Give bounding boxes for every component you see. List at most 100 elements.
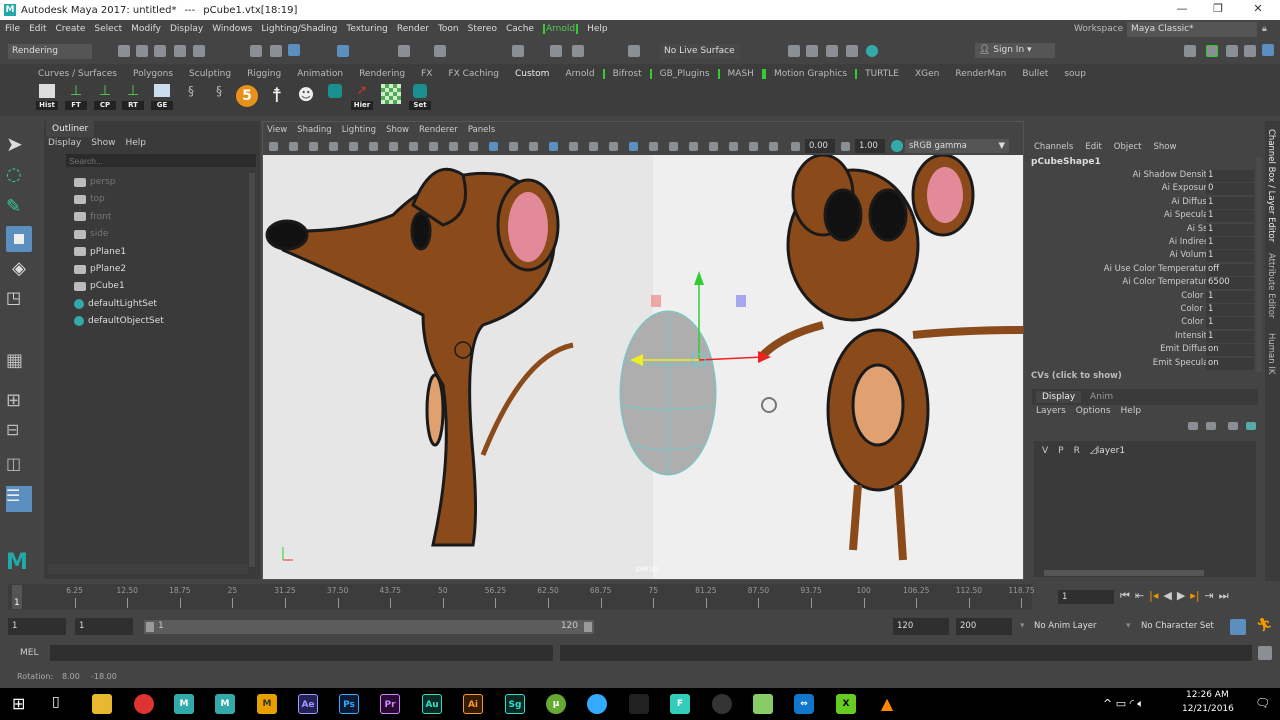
premiere-icon[interactable]: Pr <box>380 694 400 714</box>
menu-modify[interactable]: Modify <box>131 24 161 34</box>
rotate-tool-icon[interactable]: ◈ <box>6 258 32 284</box>
auto-key-icon[interactable] <box>1230 619 1246 635</box>
outliner-item-top[interactable]: top <box>74 191 105 207</box>
channel-row[interactable]: Ai Sss 1 <box>1028 223 1256 237</box>
gamma-icon[interactable] <box>841 142 850 151</box>
safe-title-icon[interactable] <box>509 142 518 151</box>
field-chart-icon[interactable] <box>469 142 478 151</box>
shelf-tab-fx-caching[interactable]: FX Caching <box>440 69 507 79</box>
channel-value[interactable]: 6500 <box>1206 277 1254 290</box>
shelf-tab-rendering[interactable]: Rendering <box>351 69 413 79</box>
gate-mask-icon[interactable] <box>449 142 458 151</box>
outliner-item-pPlane1[interactable]: pPlane1 <box>74 244 126 260</box>
command-input[interactable] <box>50 645 553 661</box>
outliner-item-side[interactable]: side <box>74 226 108 242</box>
maya-taskbar-icon-2[interactable]: M <box>215 694 235 714</box>
move-layer-up-icon[interactable] <box>1188 422 1198 430</box>
shelf-tab-bifrost[interactable]: Bifrost <box>602 69 652 79</box>
symmetry-icon[interactable] <box>550 45 562 57</box>
animation-end-field[interactable]: 200 <box>956 618 1012 635</box>
channel-row[interactable]: Emit Specular on <box>1028 357 1256 371</box>
after-effects-icon[interactable]: Ae <box>298 694 318 714</box>
step-forward-key-button[interactable]: ⇥ <box>1205 589 1214 603</box>
move-layer-down-icon[interactable] <box>1206 422 1216 430</box>
close-button[interactable]: ✕ <box>1248 2 1268 15</box>
go-to-start-button[interactable]: ⏮ <box>1120 589 1130 603</box>
anim-layer-dropdown[interactable]: No Anim Layer <box>1030 618 1110 635</box>
channel-value[interactable]: 1 <box>1206 170 1254 182</box>
python-script-icon[interactable]: § <box>180 84 202 100</box>
channel-value[interactable]: on <box>1206 344 1254 357</box>
new-layer-icon[interactable] <box>1228 422 1238 430</box>
new-scene-icon[interactable] <box>118 45 130 57</box>
render-settings-icon[interactable] <box>846 45 858 57</box>
epic-games-icon[interactable] <box>629 694 649 714</box>
menu-windows[interactable]: Windows <box>212 24 252 34</box>
command-language-label[interactable]: MEL <box>20 648 38 658</box>
lights-icon[interactable] <box>609 142 618 151</box>
shelf-tab-renderman[interactable]: RenderMan <box>947 69 1014 79</box>
xilisoft-icon[interactable]: X <box>836 694 856 714</box>
move-tool-icon[interactable] <box>6 226 32 252</box>
task-view-icon[interactable]: ▯ <box>52 694 60 710</box>
shelf-tab-fx[interactable]: FX <box>413 69 440 79</box>
tool-settings-icon[interactable] <box>1244 45 1256 57</box>
outliner-scrollbar[interactable] <box>249 173 255 567</box>
image-plane-icon[interactable] <box>329 142 338 151</box>
menuset-dropdown[interactable]: Rendering <box>8 44 92 59</box>
python-script-icon[interactable]: § <box>208 84 230 100</box>
select-tool-icon[interactable]: ➤ <box>6 132 32 158</box>
chrome-icon[interactable] <box>134 694 154 714</box>
channel-row[interactable]: Emit Diffuse on <box>1028 344 1256 357</box>
viewport-menu-lighting[interactable]: Lighting <box>342 125 376 135</box>
cvs-section[interactable]: CVs (click to show) <box>1031 371 1122 381</box>
mudbox-icon[interactable]: M <box>257 694 277 714</box>
new-layer-selected-icon[interactable] <box>1246 422 1256 430</box>
layer-name[interactable]: ◿layer1 <box>1090 446 1125 456</box>
character-set-dropdown[interactable]: No Character Set <box>1137 618 1225 635</box>
channel-value[interactable]: 1 <box>1206 290 1254 303</box>
outliner-layout-icon[interactable]: ☰ <box>6 486 32 512</box>
antialias-icon[interactable] <box>689 142 698 151</box>
shelf-rt-button[interactable]: ⊥ RT <box>122 84 144 110</box>
channels-menu-channels[interactable]: Channels <box>1034 142 1073 152</box>
current-frame-field[interactable]: 1 <box>1058 590 1114 604</box>
shelf-tab-sculpting[interactable]: Sculpting <box>181 69 239 79</box>
shadows-icon[interactable] <box>629 142 638 151</box>
two-pane-layout-icon[interactable]: ⊟ <box>6 420 32 446</box>
outliner-item-defaultObjectSet[interactable]: defaultObjectSet <box>74 313 164 329</box>
outliner-search-input[interactable] <box>66 154 256 167</box>
paint-select-tool-icon[interactable]: ✎ <box>6 196 32 222</box>
menu-edit[interactable]: Edit <box>29 24 46 34</box>
animation-start-field[interactable]: 1 <box>8 618 66 635</box>
clock-date[interactable]: 12/21/2016 <box>1182 704 1234 714</box>
magnet-icon[interactable] <box>572 45 584 57</box>
channel-value[interactable]: 1 <box>1206 223 1254 236</box>
camera-attr-icon[interactable] <box>289 142 298 151</box>
step-forward-frame-button[interactable]: ▸| <box>1190 589 1199 603</box>
step-back-frame-button[interactable]: |◂ <box>1149 589 1158 603</box>
lasso-tool-icon[interactable]: ◌ <box>6 164 32 190</box>
snap-curve-icon[interactable] <box>398 45 410 57</box>
channel-row[interactable]: Color R1 <box>1028 290 1256 304</box>
shelf-tab-gb-plugins[interactable]: GB_Plugins <box>652 69 718 79</box>
grease-pencil-icon[interactable] <box>369 142 378 151</box>
ambient-occlusion-icon[interactable] <box>649 142 658 151</box>
save-scene-icon[interactable] <box>154 45 166 57</box>
channel-row[interactable]: Color B1 <box>1028 317 1256 330</box>
file-explorer-icon[interactable] <box>92 694 112 714</box>
lock-icon[interactable]: 🔒︎ <box>1262 24 1267 34</box>
channel-box-scrollbar[interactable] <box>1256 157 1262 372</box>
channel-row[interactable]: Ai Specular 1 <box>1028 210 1256 223</box>
menu-lighting-shading[interactable]: Lighting/Shading <box>261 24 337 34</box>
range-end-handle[interactable] <box>584 622 592 632</box>
default-material-icon[interactable] <box>569 142 578 151</box>
sign-in-button[interactable]: 👤︎ Sign In ▾ <box>975 43 1055 58</box>
tab-channel-box[interactable]: Channel Box / Layer Editor <box>1266 129 1276 242</box>
shelf-hist-button[interactable]: Hist <box>36 84 58 110</box>
step-back-key-button[interactable]: ⇤ <box>1135 589 1144 603</box>
viewport-menu-shading[interactable]: Shading <box>297 125 332 135</box>
shelf-tab-motion-graphics[interactable]: Motion Graphics <box>763 69 858 79</box>
channels-menu-show[interactable]: Show <box>1153 142 1176 152</box>
layer-menu-help[interactable]: Help <box>1121 406 1142 416</box>
